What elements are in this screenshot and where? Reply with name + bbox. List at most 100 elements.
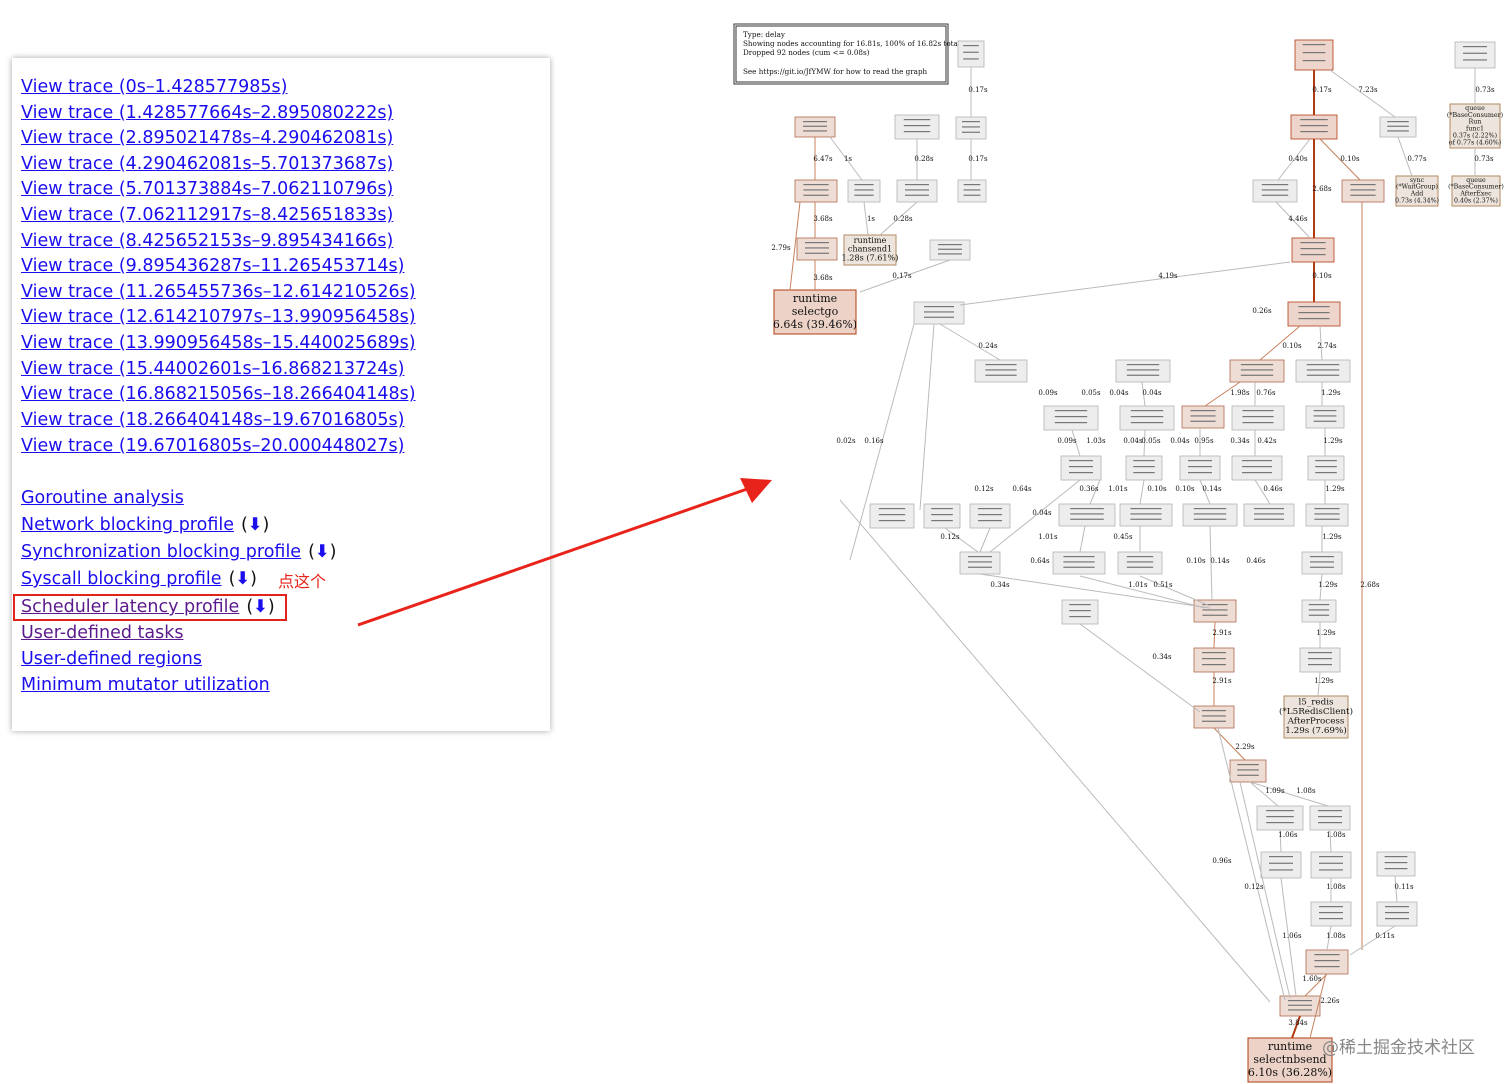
node-text-line xyxy=(1463,52,1487,54)
node-text-line xyxy=(1188,466,1212,468)
graph-node xyxy=(1052,551,1106,575)
edge-label: 1.98s xyxy=(1230,389,1250,397)
node-text-line xyxy=(1126,556,1154,558)
edge-label: 0.11s xyxy=(1394,883,1414,891)
node-text-line xyxy=(1193,508,1227,510)
node-text-line xyxy=(1308,664,1332,666)
node-text-line xyxy=(1202,652,1226,654)
node-text-line xyxy=(805,242,829,244)
graph-node xyxy=(1119,405,1175,431)
node-text-line xyxy=(1261,194,1289,196)
graph-node xyxy=(1193,647,1235,673)
node-text-line xyxy=(1313,410,1337,412)
graph-node xyxy=(929,239,971,261)
node-text-line xyxy=(978,508,1002,510)
node-text-line xyxy=(903,131,931,133)
node-text-line xyxy=(1069,604,1091,606)
node-text-line xyxy=(1054,410,1088,412)
node-text-line xyxy=(1385,906,1409,908)
edge-label: 0.64s xyxy=(1012,485,1032,493)
edge-label: 0.77s xyxy=(1407,155,1427,163)
node-text-line xyxy=(1315,472,1337,474)
edge-label: 0.73s xyxy=(1475,86,1495,94)
edge-label: 3.68s xyxy=(813,274,833,282)
edge-label: 1.29s xyxy=(1318,581,1338,589)
node-text-line xyxy=(803,189,829,191)
node-text-line xyxy=(1063,561,1095,563)
node-text-line xyxy=(968,561,992,563)
node-text-line xyxy=(1310,556,1334,558)
node-text-line xyxy=(1254,513,1284,515)
graph-node xyxy=(894,114,940,140)
node-text-line xyxy=(1190,415,1216,417)
node-text-line xyxy=(1130,422,1164,424)
node-text-line xyxy=(963,194,981,196)
edge-label: 0.14s xyxy=(1210,557,1230,565)
node-text-line xyxy=(1054,422,1088,424)
graph-node xyxy=(1305,503,1349,527)
edge-label: 1.01s xyxy=(1128,581,1148,589)
edge-label: 1.03s xyxy=(1086,437,1106,445)
node-text-line xyxy=(963,184,981,186)
edge-label: 1.08s xyxy=(1326,883,1346,891)
node-text-line xyxy=(1133,460,1155,462)
edge-label: 0.51s xyxy=(1153,581,1173,589)
graph-edge xyxy=(839,499,1271,1003)
edge-label: 4.46s xyxy=(1288,215,1308,223)
graph-node xyxy=(1252,179,1298,203)
edge-label: 1s xyxy=(867,215,875,223)
watermark: @稀土掘金技术社区 xyxy=(1322,1038,1475,1058)
graph-node xyxy=(1279,995,1321,1017)
node-text-line xyxy=(1069,460,1093,462)
node-text-line xyxy=(1463,46,1487,48)
node-text-line xyxy=(1126,369,1160,371)
node-text-line xyxy=(1319,869,1343,871)
node-text-line xyxy=(1070,513,1104,515)
node-text-line xyxy=(878,520,906,522)
graph-edge xyxy=(1079,623,1201,713)
node-text-line xyxy=(1319,906,1343,908)
graph-edge xyxy=(1139,479,1145,505)
graph-node xyxy=(896,179,938,203)
edge-label: 0.34s xyxy=(1230,437,1250,445)
node-text-line xyxy=(1350,184,1376,186)
edge-label: 1.01s xyxy=(1038,533,1058,541)
edge-label: 0.46s xyxy=(1246,557,1266,565)
graph-node xyxy=(1301,599,1337,623)
edge-label: 1.08s xyxy=(1326,831,1346,839)
node-text-line xyxy=(938,248,962,250)
node-text-line xyxy=(1063,556,1095,558)
node-text-line xyxy=(1302,52,1326,54)
node-text-line xyxy=(1314,960,1340,962)
edge-label: 2.29s xyxy=(1235,743,1255,751)
node-label: selectgo xyxy=(792,305,839,318)
node-text-line xyxy=(1319,918,1343,920)
node-text-line xyxy=(1300,125,1328,127)
graph-node xyxy=(1061,599,1099,625)
node-text-line xyxy=(1188,472,1212,474)
graph-node xyxy=(1229,359,1285,383)
node-text-line xyxy=(1069,610,1091,612)
node-text-line xyxy=(1384,862,1408,864)
node-text-line xyxy=(931,514,953,516)
node-text-line xyxy=(1298,318,1330,320)
node-text-line xyxy=(1130,410,1164,412)
node-text-line xyxy=(985,369,1017,371)
node-text-line xyxy=(938,253,962,255)
node-label: l5_redis xyxy=(1298,698,1334,708)
graph-node xyxy=(1305,405,1345,429)
node-text-line xyxy=(963,45,979,47)
edge-label: 0.76s xyxy=(1256,389,1276,397)
node-text-line xyxy=(1240,364,1274,366)
node-text-line xyxy=(1202,609,1228,611)
node-text-line xyxy=(878,508,906,510)
legend-line: See https://git.io/JfYMW for how to read… xyxy=(743,67,928,76)
node-text-line xyxy=(1300,119,1328,121)
edge-label: 2.91s xyxy=(1212,677,1232,685)
edge-label: 1.29s xyxy=(1314,677,1334,685)
node-text-line xyxy=(1310,566,1334,568)
edge-label: 0.04s xyxy=(1170,437,1190,445)
edge-label: 4.19s xyxy=(1158,272,1178,280)
node-text-line xyxy=(1319,862,1343,864)
node-text-line xyxy=(1298,306,1330,308)
